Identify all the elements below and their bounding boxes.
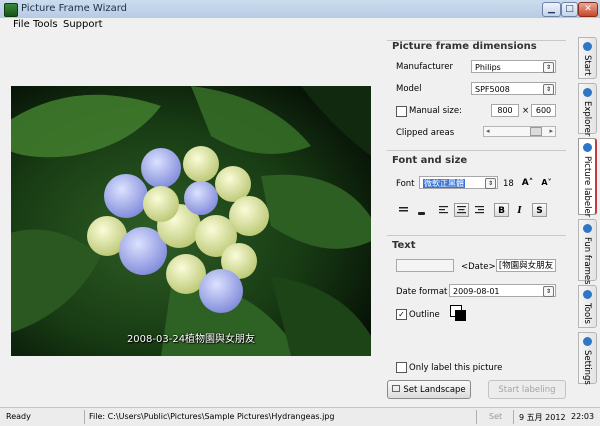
clipped-areas-slider[interactable]: ◂ ▸ [483,126,556,137]
date-format-value: 2009-08-01 [453,287,500,296]
manufacturer-select[interactable]: Philips ⇕ [471,60,556,73]
fun-frames-icon [583,224,592,233]
status-time: 22:03 [571,412,595,421]
start-icon [583,42,592,51]
align-left-icon[interactable] [436,203,451,217]
status-file-path: File: C:\Users\Public\Pictures\Sample Pi… [89,412,335,421]
status-divider [84,410,85,424]
outline-color-picker[interactable] [450,305,466,321]
tab-explorer[interactable]: Explorer [578,83,597,136]
height-input[interactable]: 600 [531,104,556,117]
photo-preview[interactable]: 2008-03-24植物園與女朋友 [11,86,371,356]
text-prefix-input[interactable] [396,259,454,272]
model-select[interactable]: SPF5008 ⇕ [471,82,556,95]
settings-icon [583,337,592,346]
status-bar: Ready File: C:\Users\Public\Pictures\Sam… [0,407,600,426]
date-caption-overlay: 2008-03-24植物園與女朋友 [126,334,256,345]
italic-button[interactable]: I [512,203,527,217]
outline-color-swatch [455,310,466,321]
font-divider [387,150,566,151]
bold-button[interactable]: B [494,203,509,217]
status-divider [476,410,477,424]
grow-font-button[interactable]: A˄ [520,175,535,189]
window-title: Picture Frame Wizard [21,3,128,14]
landscape-icon [392,385,401,392]
shadow-button[interactable]: S [532,203,547,217]
title-bar: Picture Frame Wizard ▁ □ ✕ [0,0,600,19]
date-tag: <Date> [461,262,496,272]
minimize-button[interactable]: ▁ [542,2,561,17]
font-heading: Font and size [392,155,468,166]
text-divider [387,235,566,236]
tab-picture-labeler[interactable]: Picture labeler [578,138,597,217]
clipped-areas-label: Clipped areas [396,128,455,138]
valign-bottom-icon[interactable] [414,203,429,217]
slider-thumb[interactable] [530,127,542,136]
menu-support[interactable]: Support [63,19,103,30]
tab-start[interactable]: Start [578,37,597,79]
manufacturer-label: Manufacturer [396,62,453,72]
shrink-font-button[interactable]: A˅ [539,175,554,189]
menu-bar: File Tools Support [0,18,600,32]
app-icon [4,3,18,17]
dimensions-heading: Picture frame dimensions [392,41,537,52]
status-text: Ready [6,412,31,421]
text-suffix-input[interactable]: [物園與女朋友 [496,259,556,272]
set-landscape-label: Set Landscape [403,385,466,395]
font-label: Font [396,179,415,189]
valign-top-icon[interactable] [396,203,411,217]
maximize-button[interactable]: □ [561,2,578,17]
labeler-icon [583,143,592,152]
tab-fun-frames[interactable]: Fun frames [578,219,597,285]
width-input[interactable]: 800 [491,104,519,117]
updown-icon: ⇕ [485,178,496,189]
updown-icon: ⇕ [543,286,554,297]
outline-label: Outline [409,310,440,320]
explorer-icon [583,88,592,97]
status-divider [513,410,514,424]
tab-settings[interactable]: Settings [578,332,597,385]
only-label-text: Only label this picture [409,363,503,373]
outline-checkbox[interactable]: ✓ [396,309,407,320]
updown-icon: ⇕ [543,62,554,73]
tools-icon [583,290,592,299]
model-value: SPF5008 [475,85,510,94]
updown-icon: ⇕ [543,84,554,95]
font-value: 微軟正黑體 [423,179,465,188]
close-button[interactable]: ✕ [578,2,598,17]
arrow-left-icon: ◂ [486,127,490,135]
font-size-value: 18 [503,179,514,189]
only-label-checkbox[interactable] [396,362,407,373]
date-format-select[interactable]: 2009-08-01 ⇕ [449,284,556,297]
menu-tools[interactable]: Tools [33,19,58,30]
manual-size-label: Manual size: [409,106,462,116]
font-select[interactable]: 微軟正黑體 ⇕ [419,176,498,189]
manufacturer-value: Philips [475,63,501,72]
manual-size-checkbox[interactable] [396,106,407,117]
times-sign: × [522,106,530,116]
align-center-icon[interactable] [454,203,469,217]
text-heading: Text [392,240,416,251]
status-date: 9 五月 2012 [519,413,566,422]
tab-tools[interactable]: Tools [578,285,597,328]
model-label: Model [396,84,422,94]
menu-file[interactable]: File [13,19,30,30]
status-set: Set [489,412,503,421]
align-right-icon[interactable] [472,203,487,217]
set-landscape-button[interactable]: Set Landscape [387,380,471,399]
hydrangea-photo [11,86,371,356]
date-format-label: Date format [396,287,448,297]
start-labeling-button[interactable]: Start labeling [488,380,566,399]
arrow-right-icon: ▸ [549,127,553,135]
